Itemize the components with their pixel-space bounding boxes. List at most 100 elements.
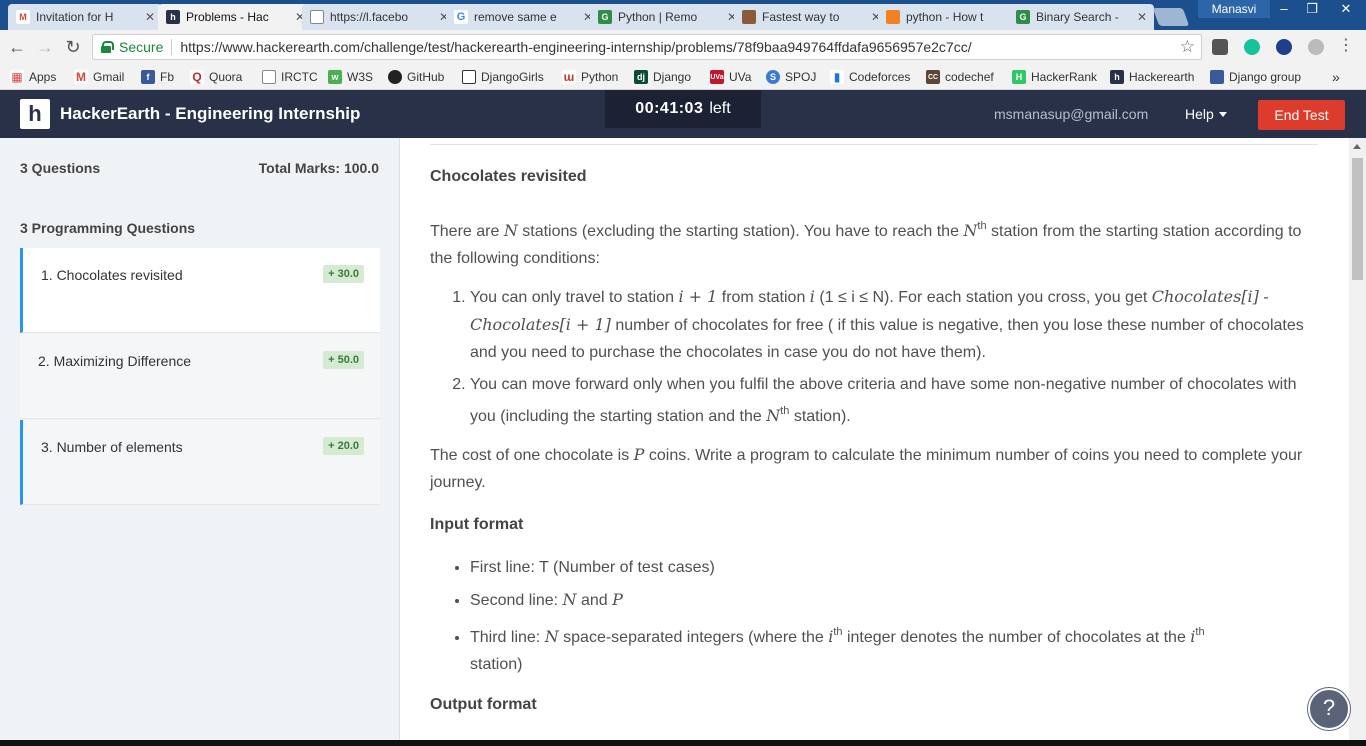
test-title: HackerEarth - Engineering Internship	[60, 104, 361, 123]
github-icon	[388, 70, 402, 84]
extension-icon[interactable]	[1276, 39, 1292, 55]
new-tab-button[interactable]	[1152, 8, 1190, 26]
app-header: h HackerEarth - Engineering Internship 0…	[0, 90, 1366, 138]
marks-badge: + 50.0	[323, 351, 364, 369]
url-text[interactable]: https://www.hackerearth.com/challenge/te…	[180, 39, 971, 55]
bookmark-hackerrank[interactable]: H HackerRank	[1012, 68, 1097, 86]
bookmark-irctc[interactable]: IRCTC	[262, 68, 318, 86]
help-dropdown[interactable]: Help	[1185, 106, 1227, 122]
reload-icon[interactable]: ↻	[62, 36, 84, 58]
bookmark-quora[interactable]: Q Quora	[190, 68, 242, 86]
question-item-2[interactable]: 2. Maximizing Difference + 50.0	[20, 334, 380, 419]
input-format-heading: Input format	[430, 516, 524, 533]
question-item-3[interactable]: 3. Number of elements + 20.0	[20, 420, 380, 505]
extension-icon[interactable]	[1212, 39, 1228, 55]
gmail-icon: M	[16, 10, 30, 24]
bookmark-apps[interactable]: ▦ Apps	[10, 68, 56, 86]
w3schools-icon: w	[328, 70, 342, 84]
problem-title: Chocolates revisited	[430, 168, 587, 185]
forward-icon[interactable]: →	[34, 36, 56, 58]
page-scrollbar[interactable]	[1349, 138, 1366, 740]
browser-tab[interactable]: G Python | Remo ✕	[590, 4, 744, 30]
browser-tab[interactable]: https://l.facebo ✕	[302, 4, 456, 30]
address-bar[interactable]: Secure https://www.hackerearth.com/chall…	[92, 34, 1202, 60]
user-email[interactable]: msmanasup@gmail.com	[994, 106, 1148, 122]
close-tab-icon[interactable]: ✕	[144, 10, 156, 24]
minimize-icon[interactable]: –	[1270, 0, 1298, 18]
browser-tab[interactable]: Fastest way to ✕	[734, 4, 888, 30]
bookmark-gmail[interactable]: M Gmail	[74, 68, 124, 86]
timer-suffix: left	[709, 100, 731, 117]
question-name: 2. Maximizing Difference	[38, 353, 192, 369]
browser-tab-active[interactable]: h Problems - Hac ✕	[158, 4, 312, 30]
problem-statement: Chocolates revisited There are N station…	[400, 138, 1349, 740]
profile-name[interactable]: Manasvi	[1198, 0, 1270, 18]
bookmark-python[interactable]: ɯ Python	[562, 68, 618, 86]
browser-tab[interactable]: M Invitation for H ✕	[8, 4, 162, 30]
total-marks: Total Marks: 100.0	[258, 160, 379, 176]
browser-toolbar: ← → ↻ Secure https://www.hackerearth.com…	[0, 30, 1366, 64]
user-avatar-icon	[742, 10, 756, 24]
condition-item: You can only travel to station i + 1 fro…	[470, 283, 1320, 366]
question-name: 3. Number of elements	[41, 439, 183, 455]
countdown-timer: 00:41:03 left	[605, 90, 761, 128]
question-item-1[interactable]: 1. Chocolates revisited + 30.0	[20, 248, 380, 333]
divider	[171, 39, 173, 55]
input-item: Third line: N space-separated integers (…	[470, 619, 1320, 678]
page-icon	[262, 70, 276, 84]
bookmark-github[interactable]: GitHub	[388, 68, 444, 86]
hackerearth-icon: h	[1110, 70, 1124, 84]
codechef-icon: CC	[926, 70, 940, 84]
bookmark-django-group[interactable]: Django group	[1210, 68, 1301, 86]
conditions-list: You can only travel to station i + 1 fro…	[430, 283, 1320, 435]
uva-icon: UVa	[710, 70, 724, 84]
input-format-list: First line: T (Number of test cases) Sec…	[430, 554, 1320, 683]
bookmark-fb[interactable]: f Fb	[141, 68, 174, 86]
grammarly-icon[interactable]	[1244, 39, 1260, 55]
quora-icon: Q	[190, 70, 204, 84]
hackerearth-icon: h	[166, 10, 180, 24]
gmail-icon: M	[74, 70, 88, 84]
scrollbar-thumb[interactable]	[1352, 158, 1363, 280]
hackerearth-logo[interactable]: h	[20, 99, 50, 129]
scroll-up-icon[interactable]	[1353, 144, 1361, 149]
restore-icon[interactable]: ❐	[1298, 0, 1326, 18]
question-count: 3 Questions	[20, 160, 101, 176]
browser-tab[interactable]: G Binary Search - ✕	[1008, 4, 1154, 30]
question-name: 1. Chocolates revisited	[41, 267, 183, 283]
bookmark-hackerearth[interactable]: h Hackerearth	[1110, 68, 1194, 86]
extension-icon[interactable]	[1308, 39, 1324, 55]
bookmark-uva[interactable]: UVa UVa	[710, 68, 751, 86]
marks-badge: + 30.0	[323, 265, 364, 283]
bookmark-codechef[interactable]: CC codechef	[926, 68, 994, 86]
section-title: 3 Programming Questions	[20, 220, 196, 236]
close-tab-icon[interactable]: ✕	[1136, 10, 1148, 24]
menu-icon[interactable]: ⋮	[1338, 38, 1354, 55]
bookmark-star-icon[interactable]: ☆	[1180, 37, 1195, 57]
browser-tab[interactable]: G remove same e ✕	[446, 4, 600, 30]
output-format-heading: Output format	[430, 696, 537, 713]
more-bookmarks-icon[interactable]: »	[1332, 68, 1340, 86]
help-button[interactable]: ?	[1308, 688, 1350, 730]
bookmark-djangogirls[interactable]: DjangoGirls	[462, 68, 544, 86]
spoj-icon: S	[766, 70, 780, 84]
bookmark-django[interactable]: dj Django	[634, 68, 691, 86]
end-test-button[interactable]: End Test	[1258, 100, 1345, 130]
close-window-icon[interactable]: ✕	[1326, 0, 1366, 18]
bookmark-spoj[interactable]: S SPOJ	[766, 68, 816, 86]
input-item: First line: T (Number of test cases)	[470, 554, 1320, 581]
hackerrank-icon: H	[1012, 70, 1026, 84]
google-icon: G	[454, 10, 468, 24]
apps-grid-icon: ▦	[10, 70, 24, 84]
django-icon: dj	[634, 70, 648, 84]
book-icon	[462, 70, 476, 84]
facebook-icon: f	[141, 70, 155, 84]
bookmark-codeforces[interactable]: ▮ Codeforces	[830, 68, 910, 86]
back-icon[interactable]: ←	[6, 36, 28, 58]
condition-item: You can move forward only when you fulfi…	[470, 371, 1320, 430]
divider	[430, 144, 1318, 145]
marks-badge: + 20.0	[323, 437, 364, 455]
bookmark-w3s[interactable]: w W3S	[328, 68, 373, 86]
browser-tab-strip: M Invitation for H ✕ h Problems - Hac ✕ …	[0, 0, 1366, 30]
intro-paragraph: There are N stations (excluding the star…	[430, 220, 1302, 267]
